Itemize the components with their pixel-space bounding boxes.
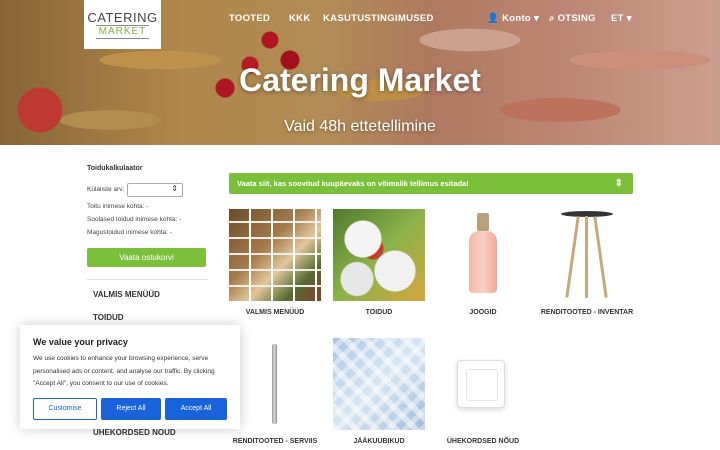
product-label[interactable]: RENDITOOTED - INVENTAR: [521, 309, 653, 316]
food-per-person: Toitu inimese kohta: -: [87, 203, 149, 210]
accept-all-button[interactable]: Accept All: [165, 398, 227, 420]
table-leg: [593, 216, 608, 298]
search-link[interactable]: ⌕ OTSING: [549, 13, 596, 24]
banner-text: Vaata siit, kas soovitud kuupäevaks on v…: [237, 179, 469, 188]
product-card[interactable]: JÄÄKUUBIKUD: [333, 338, 425, 445]
plate-shape: [457, 360, 505, 408]
category-item-toidud[interactable]: TOIDUD: [93, 313, 124, 322]
language-label: ET: [611, 13, 624, 24]
user-icon: 👤: [487, 13, 500, 24]
product-image[interactable]: [541, 209, 633, 301]
product-card[interactable]: TOIDUD: [333, 209, 425, 316]
guests-label: Külaliste arv:: [87, 186, 125, 193]
product-card[interactable]: RENDITOOTED - SERVIIS: [229, 338, 321, 445]
cookie-title: We value your privacy: [33, 337, 128, 347]
calculator-title: Toidukalkulaator: [87, 165, 143, 172]
category-item-valmis-menuud[interactable]: VALMIS MENÜÜD: [93, 290, 160, 299]
product-label[interactable]: ÜHEKORDSED NÕUD: [417, 438, 549, 445]
product-image[interactable]: [333, 209, 425, 301]
table-leg: [565, 216, 580, 298]
nav-item-kkk[interactable]: KKK: [289, 13, 310, 24]
view-cart-button[interactable]: Vaata ostukorvi: [87, 248, 206, 267]
main-nav: TOOTED KKK KASUTUSTINGIMUSED 👤 Konto ▾ ⌕…: [0, 13, 720, 29]
cookie-consent-dialog: We value your privacy We use cookies to …: [20, 325, 240, 429]
product-image[interactable]: [437, 209, 529, 301]
category-list: VALMIS MENÜÜD TOIDUD ÜHEKORDSED NÕUD: [87, 279, 208, 437]
hero-title: Catering Market: [239, 62, 481, 98]
dessert-per-person: Magustoidud inimese kohta: -: [87, 229, 172, 236]
product-image[interactable]: [437, 338, 529, 430]
guests-select[interactable]: [127, 183, 183, 197]
cookie-text: We use cookies to enhance your browsing …: [33, 355, 215, 387]
category-item-uhekordsed-noud[interactable]: ÜHEKORDSED NÕUD: [93, 428, 176, 437]
account-menu[interactable]: 👤 Konto ▾: [487, 13, 539, 24]
chevron-down-icon: ▾: [533, 13, 540, 24]
product-image[interactable]: [229, 209, 321, 301]
search-label: OTSING: [557, 13, 596, 24]
product-card[interactable]: JOOGID: [437, 209, 529, 316]
fork-shape: [272, 344, 277, 424]
expand-icon[interactable]: ⇕: [615, 173, 623, 194]
product-card[interactable]: ÜHEKORDSED NÕUD: [437, 338, 529, 445]
availability-banner[interactable]: Vaata siit, kas soovitud kuupäevaks on v…: [229, 173, 633, 194]
account-label: Konto: [502, 13, 532, 24]
product-image[interactable]: [333, 338, 425, 430]
product-card[interactable]: VALMIS MENÜÜD: [229, 209, 321, 316]
customise-button[interactable]: Customise: [33, 398, 97, 420]
bottle-body: [469, 231, 497, 293]
product-image[interactable]: [229, 338, 321, 430]
reject-all-button[interactable]: Reject All: [101, 398, 161, 420]
nav-item-kasutustingimused[interactable]: KASUTUSTINGIMUSED: [323, 13, 434, 24]
chevron-down-icon: ▾: [626, 13, 632, 24]
salty-per-person: Soolased toidud inimese kohta: -: [87, 216, 182, 223]
language-selector[interactable]: ET ▾: [611, 13, 632, 24]
table-leg: [585, 216, 588, 298]
product-card[interactable]: RENDITOOTED - INVENTAR: [541, 209, 633, 316]
nav-item-tooted[interactable]: TOOTED: [229, 13, 270, 24]
search-icon: ⌕: [549, 13, 555, 24]
hero-subtitle: Vaid 48h ettetellimine: [284, 118, 436, 135]
bottle-neck: [477, 213, 489, 231]
